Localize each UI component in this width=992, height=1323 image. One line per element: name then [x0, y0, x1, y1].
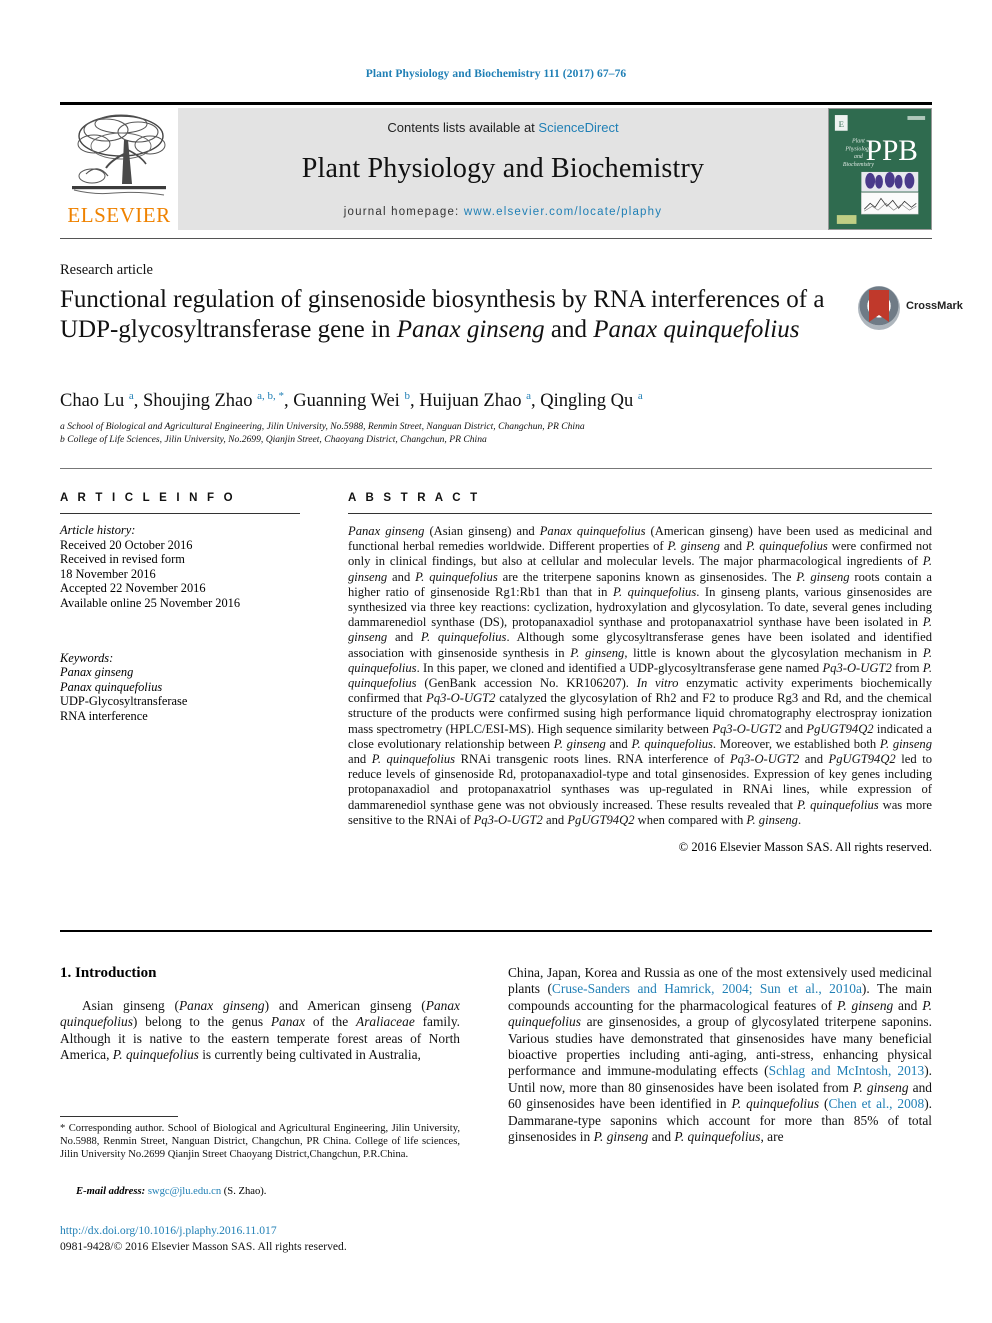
- keywords-block: Keywords: Panax ginseng Panax quinquefol…: [60, 651, 322, 724]
- citation-link[interactable]: Chen et al., 2008: [828, 1096, 924, 1111]
- history-item: Accepted 22 November 2016: [60, 581, 206, 596]
- article-title: Functional regulation of ginsenoside bio…: [60, 285, 850, 345]
- svg-text:and: and: [854, 154, 863, 160]
- affiliation-b: b College of Life Sciences, Jilin Univer…: [60, 433, 487, 445]
- history-item: Available online 25 November 2016: [60, 595, 241, 610]
- svg-text:Biochemistry: Biochemistry: [843, 162, 874, 168]
- keyword-item: Panax ginseng: [60, 665, 134, 680]
- email-line: E-mail address: swgc@jlu.edu.cn (S. Zhao…: [60, 1186, 460, 1197]
- citation-link[interactable]: Schlag and McIntosh, 2013: [769, 1063, 925, 1078]
- abstract-rule: [348, 513, 932, 514]
- intro-left-column: 1. Introduction Asian ginseng (Panax gin…: [60, 965, 460, 1064]
- homepage-prefix: journal homepage:: [343, 206, 464, 218]
- masthead-center: Contents lists available at ScienceDirec…: [178, 108, 828, 230]
- journal-cover-thumbnail: E PPB Plant Physiology and Biochemistry: [828, 108, 932, 230]
- affiliations: a School of Biological and Agricultural …: [60, 421, 940, 446]
- article-info-column: A R T I C L E I N F O Article history: R…: [60, 492, 322, 724]
- contents-prefix: Contents lists available at: [387, 120, 539, 135]
- homepage-line: journal homepage: www.elsevier.com/locat…: [178, 185, 828, 218]
- intro-right-column: China, Japan, Korea and Russia as one of…: [508, 965, 932, 1145]
- intro-paragraph-right: China, Japan, Korea and Russia as one of…: [508, 965, 933, 1145]
- header-rule: [60, 102, 932, 105]
- corresponding-author-note: * Corresponding author. School of Biolog…: [60, 1122, 460, 1161]
- intro-paragraph-left: Asian ginseng (Panax ginseng) and Americ…: [60, 998, 461, 1063]
- svg-text:Physiology: Physiology: [844, 146, 871, 152]
- history-item: Received in revised form: [60, 552, 185, 567]
- paper-page: Plant Physiology and Biochemistry 111 (2…: [0, 0, 992, 1323]
- crossmark-badge[interactable]: CrossMark: [858, 286, 963, 332]
- email-label: E-mail address:: [76, 1186, 146, 1197]
- running-head: Plant Physiology and Biochemistry 111 (2…: [365, 68, 627, 80]
- crossmark-bookmark-shape: [869, 290, 889, 322]
- crossmark-label: CrossMark: [906, 300, 963, 312]
- citation-link[interactable]: Cruse-Sanders and Hamrick, 2004; Sun et …: [552, 981, 862, 996]
- abstract-column: A B S T R A C T Panax ginseng (Asian gin…: [348, 492, 932, 855]
- info-top-rule: [60, 468, 932, 469]
- doi-link[interactable]: http://dx.doi.org/10.1016/j.plaphy.2016.…: [60, 1224, 277, 1237]
- email-link[interactable]: swgc@jlu.edu.cn: [148, 1186, 221, 1197]
- title-species-1: Panax ginseng: [396, 316, 545, 343]
- corresponding-marker: *: [60, 1123, 66, 1134]
- article-type: Research article: [60, 262, 153, 278]
- article-history: Article history: Received 20 October 201…: [60, 523, 322, 611]
- section-heading-introduction: 1. Introduction: [60, 965, 157, 981]
- journal-homepage-link[interactable]: www.elsevier.com/locate/plaphy: [464, 206, 662, 218]
- email-suffix: (S. Zhao).: [223, 1186, 267, 1197]
- journal-masthead: ELSEVIER Contents lists available at Sci…: [60, 108, 932, 230]
- issn-copyright-line: 0981-9428/© 2016 Elsevier Masson SAS. Al…: [60, 1240, 347, 1253]
- history-label: Article history:: [60, 523, 136, 537]
- affiliation-a: a School of Biological and Agricultural …: [60, 421, 585, 432]
- history-item: 18 November 2016: [60, 566, 156, 581]
- masthead-bottom-rule: [60, 238, 932, 239]
- crossmark-icon: [858, 286, 900, 330]
- footnote-rule: [60, 1116, 178, 1117]
- body-top-rule: [60, 930, 932, 932]
- keywords-label: Keywords:: [60, 650, 114, 665]
- keyword-item: Panax quinquefolius: [60, 679, 163, 694]
- elsevier-tree-icon: [72, 114, 166, 196]
- keyword-item: UDP-Glycosyltransferase: [60, 694, 188, 709]
- title-text-2: and: [544, 316, 594, 343]
- article-info-heading: A R T I C L E I N F O: [60, 492, 236, 504]
- svg-text:E: E: [839, 119, 844, 129]
- elsevier-wordmark: ELSEVIER: [67, 203, 171, 227]
- abstract-heading: A B S T R A C T: [348, 492, 481, 504]
- author-list: Chao Lu a, Shoujing Zhao a, b, *, Guanni…: [60, 390, 643, 412]
- svg-text:Plant: Plant: [851, 139, 865, 145]
- abstract-text: Panax ginseng (Asian ginseng) and Panax …: [348, 524, 933, 827]
- abstract-copyright: © 2016 Elsevier Masson SAS. All rights r…: [678, 840, 932, 855]
- keyword-item: RNA interference: [60, 708, 148, 723]
- history-item: Received 20 October 2016: [60, 537, 193, 552]
- title-species-2: Panax quinquefolius: [593, 316, 800, 343]
- elsevier-logo: ELSEVIER: [60, 108, 178, 230]
- corresponding-text: Corresponding author. School of Biologic…: [60, 1123, 460, 1160]
- sciencedirect-link[interactable]: ScienceDirect: [538, 120, 618, 135]
- journal-title: Plant Physiology and Biochemistry: [301, 153, 705, 184]
- cover-art: E PPB Plant Physiology and Biochemistry: [829, 109, 931, 229]
- article-info-rule: [60, 513, 300, 514]
- contents-line: Contents lists available at ScienceDirec…: [178, 108, 828, 135]
